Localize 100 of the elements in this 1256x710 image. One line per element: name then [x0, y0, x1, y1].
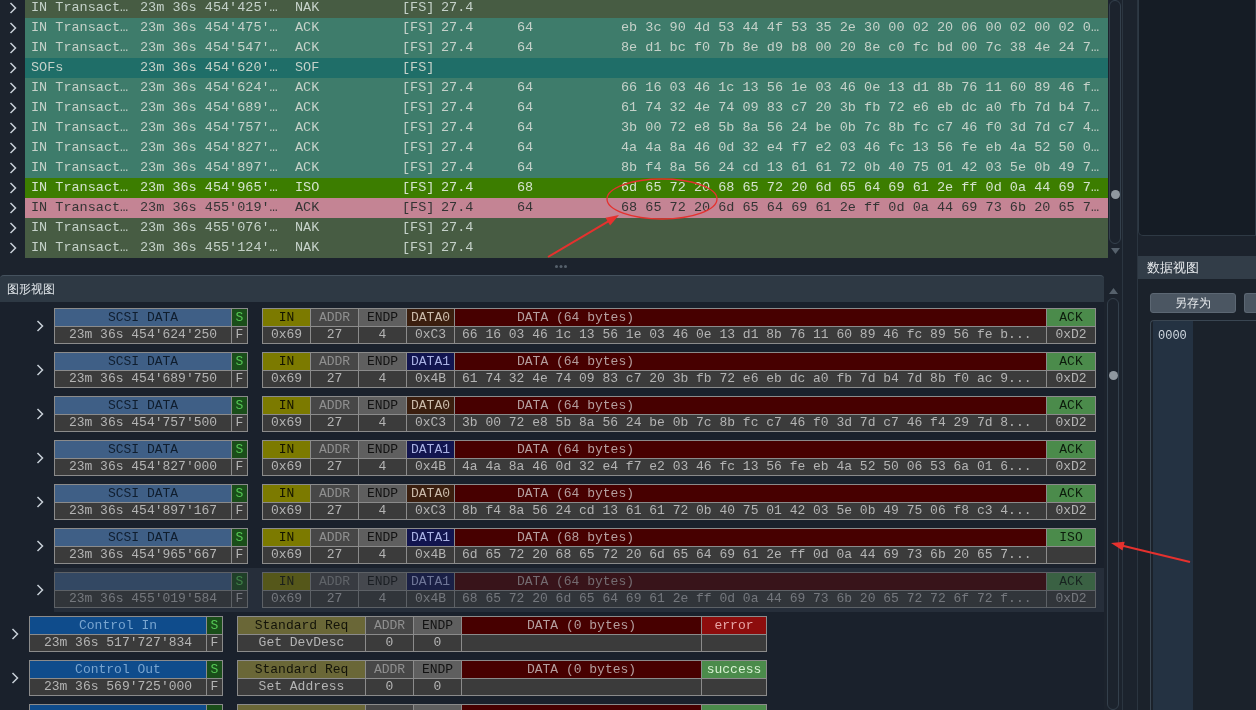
chevron-icon[interactable] — [8, 142, 17, 154]
chevron-icon[interactable] — [35, 408, 44, 420]
scrollbar-thumb[interactable] — [1110, 190, 1120, 199]
field-value-cell: 3b 00 72 e8 5b 8a 56 24 be 0b 7c 8b fc c7 46 f0 3d 7d c7 46 f4 29 7d 8... — [455, 415, 1046, 431]
transaction-label-box[interactable]: SCSI DATA S 23m 36s 454'689'750 F — [54, 352, 248, 388]
transaction-label-box[interactable]: SCSI DATA S 23m 36s 454'757'500 F — [54, 396, 248, 432]
transaction-text: IN Transact… — [31, 40, 129, 55]
chevron-icon[interactable] — [8, 162, 17, 174]
field-header-cell: ACK — [1047, 441, 1095, 458]
chevron-icon[interactable] — [35, 364, 44, 376]
field-header-cell: DATA1 — [407, 353, 454, 370]
length-text: 64 — [517, 160, 534, 175]
status-text: ACK — [295, 120, 320, 135]
transaction-label-box[interactable]: SCSI DATA S 23m 36s 454'624'250 F — [54, 308, 248, 344]
packet-row[interactable]: IN Transact… 23m 36s 454'827'… ACK [FS] 27.4 64 4a 4a 8a 46 0d 32 e4 f7 e2 03 46 fc 13 56 fe eb 4a 52 50 0… — [25, 138, 1108, 158]
title-cell: SCSI DATA — [55, 309, 231, 326]
field-header-cell: ACK — [1047, 353, 1095, 370]
toolbar-button[interactable]: 另存为 — [1150, 293, 1236, 313]
chevron-icon[interactable] — [8, 242, 17, 254]
length-text: 64 — [517, 80, 534, 95]
field-header-cell: ENDP — [359, 529, 406, 546]
packet-row[interactable]: IN Transact… 23m 36s 455'019'… ACK [FS] 27.4 64 68 65 72 20 6d 65 64 69 61 2e ff 0d 0a 44 69 73 6b 20 65 7… — [25, 198, 1108, 218]
field-value-cell: 0xC3 — [407, 327, 454, 343]
packet-row[interactable]: IN Transact… 23m 36s 454'547'… ACK [FS] 27.4 64 8e d1 bc f0 7b 8e d9 b8 00 20 8e c0 fc bd 00 7c 38 4e 24 7… — [25, 38, 1108, 58]
title-cell: SCSI DATA — [55, 353, 231, 370]
flag-cell: S — [232, 397, 247, 414]
packet-row[interactable]: IN Transact… 23m 36s 454'624'… ACK [FS] 27.4 64 66 16 03 46 1c 13 56 1e 03 46 0e 13 d1 8b 76 11 60 89 46 f… — [25, 78, 1108, 98]
chevron-icon[interactable] — [8, 102, 17, 114]
chevron-icon[interactable] — [8, 222, 17, 234]
chevron-icon[interactable] — [35, 320, 44, 332]
chevron-icon[interactable] — [8, 2, 17, 14]
field-value-cell: 0 — [366, 635, 413, 651]
field-value-cell: 27 — [311, 327, 358, 343]
packet-row[interactable]: IN Transact… 23m 36s 454'689'… ACK [FS] 27.4 64 61 74 32 4e 74 09 83 c7 20 3b fb 72 e6 eb dc a0 fb 7d b4 7… — [25, 98, 1108, 118]
field-value-cell: 0xD2 — [1047, 503, 1095, 519]
status-text: ACK — [295, 160, 320, 175]
flag-cell: S — [232, 353, 247, 370]
transaction-label-box[interactable]: Control In S 23m 36s 517'727'834 F — [29, 616, 223, 652]
field-value-cell: 0xC3 — [407, 503, 454, 519]
field-value-cell: 0x69 — [263, 459, 310, 475]
length-text: 64 — [517, 120, 534, 135]
packet-row[interactable]: SOFs 23m 36s 454'620'… SOF [FS] — [25, 58, 1108, 78]
speed-text: [FS] — [402, 120, 435, 135]
transaction-label-box[interactable]: S 23m 36s 455'019'584 F — [54, 572, 248, 608]
field-value-cell: 4 — [359, 547, 406, 563]
field-header-cell: ADDR — [311, 529, 358, 546]
field-header-cell: ADDR — [311, 309, 358, 326]
chevron-icon[interactable] — [8, 82, 17, 94]
field-value-cell: 0xC3 — [407, 415, 454, 431]
timestamp-text: 23m 36s 455'076'… — [140, 220, 278, 235]
chevron-icon[interactable] — [35, 496, 44, 508]
field-header-cell: DATA0 — [407, 309, 454, 326]
chevron-icon[interactable] — [35, 540, 44, 552]
packet-row[interactable]: IN Transact… 23m 36s 454'475'… ACK [FS] 27.4 64 eb 3c 90 4d 53 44 4f 53 35 2e 30 00 02 20 06 00 02 00 02 0… — [25, 18, 1108, 38]
chevron-icon[interactable] — [8, 182, 17, 194]
speed-text: [FS] — [402, 160, 435, 175]
status-text: NAK — [295, 240, 320, 255]
status-text: NAK — [295, 0, 320, 15]
speed-text: [FS] — [402, 60, 435, 75]
timestamp-cell: 23m 36s 455'019'584 — [55, 591, 231, 607]
chevron-icon[interactable] — [8, 42, 17, 54]
field-value-cell: 68 65 72 20 6d 65 64 69 61 2e ff 0d 0a 44 69 73 6b 20 65 72 72 6f 72 f... — [455, 591, 1046, 607]
field-header-cell: IN — [263, 529, 310, 546]
chevron-icon[interactable] — [10, 672, 19, 684]
length-text: 68 — [517, 180, 534, 195]
flag-cell: S — [232, 573, 247, 590]
chevron-icon[interactable] — [35, 584, 44, 596]
chevron-icon[interactable] — [10, 628, 19, 640]
transaction-label-box[interactable]: SCSI DATA S 23m 36s 454'827'000 F — [54, 440, 248, 476]
chevron-icon[interactable] — [35, 452, 44, 464]
chevron-icon[interactable] — [8, 62, 17, 74]
transaction-text: IN Transact… — [31, 240, 129, 255]
packet-row[interactable]: IN Transact… 23m 36s 454'425'… NAK [FS] 27.4 — [25, 0, 1108, 18]
value-text: 27.4 — [441, 40, 474, 55]
timestamp-text: 23m 36s 454'757'… — [140, 120, 278, 135]
packet-row[interactable]: IN Transact… 23m 36s 454'897'… ACK [FS] 27.4 64 8b f4 8a 56 24 cd 13 61 61 72 0b 40 75 01 42 03 5e 0b 49 7… — [25, 158, 1108, 178]
packet-row[interactable]: IN Transact… 23m 36s 455'124'… NAK [FS] 27.4 — [25, 238, 1108, 258]
splitter-handle-icon[interactable] — [555, 265, 567, 268]
field-header-cell: ADDR — [366, 617, 413, 634]
chevron-icon[interactable] — [8, 122, 17, 134]
flag-cell: S — [232, 441, 247, 458]
status-text: ACK — [295, 20, 320, 35]
field-header-cell: DATA (64 bytes) — [455, 309, 1046, 326]
scroll-down-icon[interactable] — [1110, 248, 1120, 254]
scroll-up-icon[interactable] — [1108, 288, 1118, 294]
field-header-cell: DATA (68 bytes) — [455, 529, 1046, 546]
packet-row[interactable]: IN Transact… 23m 36s 455'076'… NAK [FS] 27.4 — [25, 218, 1108, 238]
chevron-icon[interactable] — [8, 22, 17, 34]
value-text: 27.4 — [441, 100, 474, 115]
scrollbar-thumb[interactable] — [1108, 371, 1118, 380]
field-value-cell: 0x69 — [263, 415, 310, 431]
transaction-label-box[interactable]: SCSI DATA S 23m 36s 454'897'167 F — [54, 484, 248, 520]
value-text: 27.4 — [441, 220, 474, 235]
field-value-cell: 0x69 — [263, 591, 310, 607]
field-header-cell: ENDP — [359, 309, 406, 326]
transaction-label-box[interactable]: Control Out S 23m 36s 569'725'000 F — [29, 660, 223, 696]
chevron-icon[interactable] — [8, 202, 17, 214]
field-value-cell: 0 — [366, 679, 413, 695]
packet-row[interactable]: IN Transact… 23m 36s 454'757'… ACK [FS] 27.4 64 3b 00 72 e8 5b 8a 56 24 be 0b 7c 8b fc c7 46 f0 3d 7d c7 4… — [25, 118, 1108, 138]
transaction-label-box[interactable]: SCSI DATA S 23m 36s 454'965'667 F — [54, 528, 248, 564]
